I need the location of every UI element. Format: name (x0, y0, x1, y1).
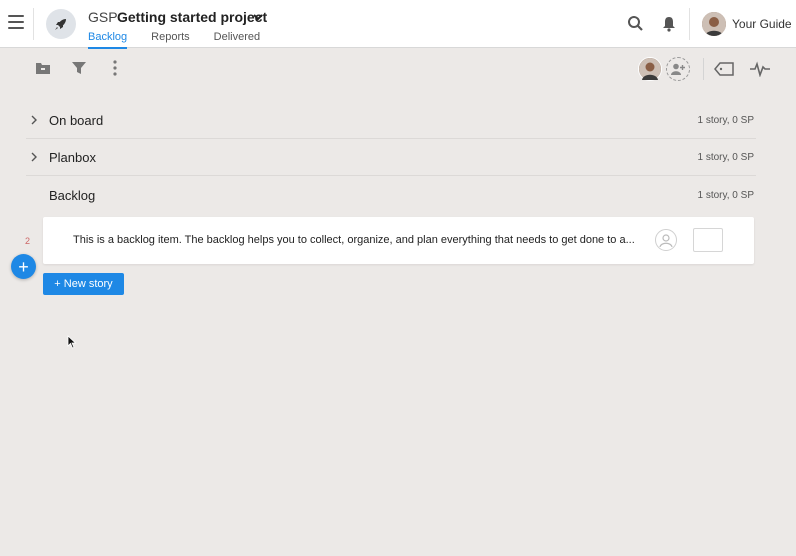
chevron-right-icon[interactable] (30, 152, 38, 162)
tab-bar: Backlog Reports Delivered (88, 31, 284, 49)
user-avatar[interactable] (702, 12, 726, 36)
rocket-icon[interactable] (46, 9, 76, 39)
chevron-right-icon[interactable] (30, 115, 38, 125)
search-icon[interactable] (627, 15, 644, 32)
tab-delivered[interactable]: Delivered (214, 31, 260, 48)
chevron-down-icon[interactable] (252, 12, 264, 22)
project-key: GSP (88, 9, 118, 25)
story-number: 2 (25, 236, 31, 246)
new-story-button[interactable]: + New story (43, 273, 124, 295)
divider (33, 8, 34, 40)
group-name: Backlog (49, 188, 96, 203)
add-button[interactable]: + (11, 254, 36, 279)
add-button-label: + (18, 256, 29, 277)
bell-icon[interactable] (661, 15, 677, 32)
mouse-cursor-icon (67, 335, 77, 349)
tag-icon[interactable] (714, 62, 734, 76)
top-bar: GSP Getting started project Backlog Repo… (0, 0, 796, 49)
project-name[interactable]: Getting started project (117, 9, 267, 25)
group-name: Planbox (49, 150, 96, 165)
user-name[interactable]: Your Guide (732, 17, 792, 31)
pulse-icon[interactable] (750, 61, 770, 77)
group-count: 1 story, 0 SP (697, 190, 754, 201)
member-avatar[interactable] (638, 57, 662, 81)
group-row-planbox[interactable]: Planbox 1 story, 0 SP (26, 140, 756, 176)
group-row-on-board[interactable]: On board 1 story, 0 SP (26, 103, 756, 139)
folder-icon[interactable] (35, 61, 51, 75)
more-vertical-icon[interactable] (112, 60, 118, 76)
add-user-icon[interactable] (666, 57, 690, 81)
group-count: 1 story, 0 SP (697, 152, 754, 163)
tab-reports[interactable]: Reports (151, 31, 190, 48)
story-card[interactable]: This is a backlog item. The backlog help… (43, 217, 754, 264)
divider (689, 8, 690, 40)
tab-backlog[interactable]: Backlog (88, 31, 128, 49)
group-row-backlog[interactable]: Backlog 1 story, 0 SP (26, 178, 756, 214)
hamburger-menu-icon[interactable] (8, 15, 24, 29)
story-title[interactable]: This is a backlog item. The backlog help… (73, 234, 643, 246)
story-points-field[interactable] (693, 228, 723, 252)
group-name: On board (49, 113, 104, 128)
assignee-placeholder-icon[interactable] (655, 229, 677, 251)
filter-icon[interactable] (72, 61, 86, 75)
divider (703, 58, 704, 80)
group-count: 1 story, 0 SP (697, 115, 754, 126)
